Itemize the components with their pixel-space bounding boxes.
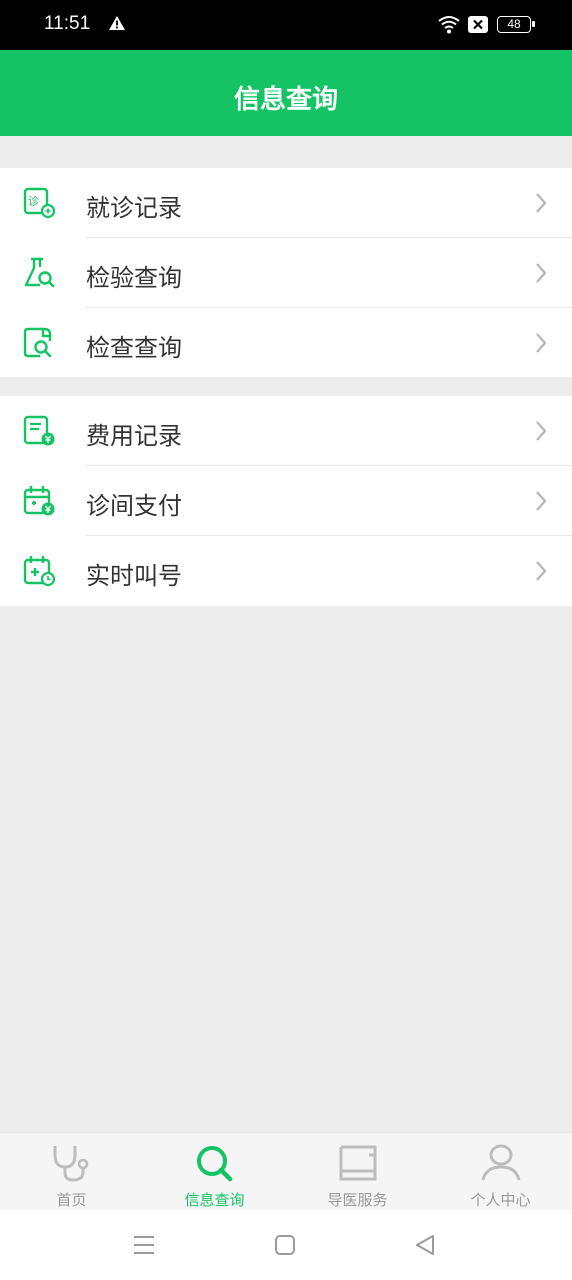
- status-bar: 11:51 48: [0, 0, 572, 50]
- chevron-right-icon: [534, 331, 548, 359]
- wifi-icon: [437, 14, 461, 38]
- document-search-icon: [22, 326, 56, 360]
- chevron-right-icon: [534, 489, 548, 517]
- stethoscope-icon: [49, 1143, 95, 1187]
- battery-indicator: 48: [497, 16, 535, 33]
- user-icon: [478, 1143, 524, 1187]
- menu-item-label: 诊间支付: [86, 492, 182, 520]
- warning-icon: [108, 15, 126, 35]
- status-time: 11:51: [44, 13, 91, 34]
- fee-record-icon: [22, 414, 56, 448]
- chevron-right-icon: [534, 261, 548, 289]
- menu-item-label: 就诊记录: [86, 194, 182, 222]
- calendar-clock-icon: [22, 554, 56, 588]
- bottom-tab-bar: 首页 信息查询 导医服务 个人中心: [0, 1132, 572, 1210]
- menu-item-fee-record[interactable]: 费用记录: [0, 396, 572, 466]
- visit-record-icon: 诊: [22, 186, 56, 220]
- search-icon: [192, 1143, 238, 1187]
- menu-item-visit-record[interactable]: 诊 就诊记录: [0, 168, 572, 238]
- app-header: 信息查询: [0, 50, 572, 136]
- tab-info-query[interactable]: 信息查询: [143, 1133, 286, 1211]
- flask-search-icon: [22, 256, 56, 290]
- tab-personal-center[interactable]: 个人中心: [429, 1133, 572, 1211]
- tab-guide-service[interactable]: 导医服务: [286, 1133, 429, 1211]
- menu-item-exam-query[interactable]: 检查查询: [0, 308, 572, 378]
- chevron-right-icon: [534, 419, 548, 447]
- chevron-right-icon: [534, 191, 548, 219]
- chevron-right-icon: [534, 559, 548, 587]
- tab-label: 导医服务: [327, 1191, 388, 1209]
- tab-label: 首页: [56, 1191, 87, 1209]
- menu-item-realtime-call[interactable]: 实时叫号: [0, 536, 572, 606]
- calendar-pay-icon: [22, 484, 56, 518]
- back-triangle-icon[interactable]: [414, 1233, 436, 1261]
- book-icon: [335, 1143, 381, 1187]
- menu-icon[interactable]: [133, 1233, 155, 1261]
- notification-x-icon: [468, 16, 488, 37]
- page-title: 信息查询: [233, 85, 338, 115]
- tab-label: 个人中心: [470, 1191, 531, 1209]
- menu-item-clinic-pay[interactable]: 诊间支付: [0, 466, 572, 536]
- menu-group-service: 费用记录 诊间支付 实时叫号: [0, 396, 572, 606]
- tab-label: 信息查询: [184, 1191, 245, 1209]
- menu-item-label: 检验查询: [86, 264, 182, 292]
- menu-item-label: 实时叫号: [86, 562, 182, 590]
- home-square-icon[interactable]: [274, 1233, 296, 1261]
- menu-item-lab-query[interactable]: 检验查询: [0, 238, 572, 308]
- svg-text:诊: 诊: [28, 194, 39, 208]
- menu-item-label: 费用记录: [86, 422, 182, 450]
- menu-item-label: 检查查询: [86, 334, 182, 362]
- system-nav-bar: [0, 1210, 572, 1280]
- menu-group-query: 诊 就诊记录 检验查询 检查查询: [0, 168, 572, 377]
- tab-home[interactable]: 首页: [0, 1133, 143, 1211]
